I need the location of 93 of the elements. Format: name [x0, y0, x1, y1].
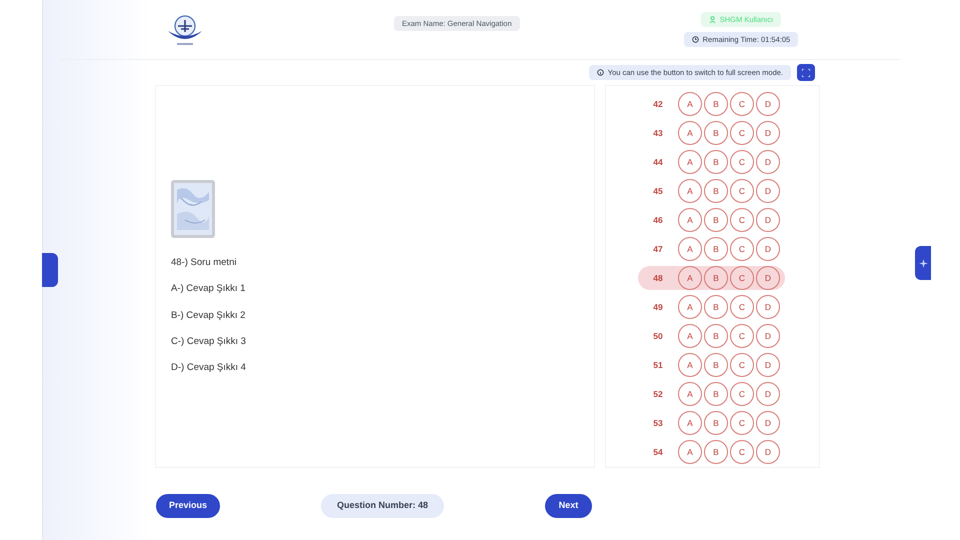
choice-bubble[interactable]: B — [704, 92, 728, 116]
question-number: 47 — [652, 242, 664, 256]
choice-bubble[interactable]: A — [678, 353, 702, 377]
previous-button[interactable]: Previous — [156, 494, 220, 518]
choice-bubble[interactable]: C — [730, 208, 754, 232]
choice-bubble[interactable]: D — [756, 324, 780, 348]
choice-bubble[interactable]: D — [756, 382, 780, 406]
choice-bubble[interactable]: B — [704, 237, 728, 261]
answer-row[interactable]: 47 A B C D — [638, 237, 785, 261]
choice-bubble[interactable]: D — [756, 121, 780, 145]
choice-bubble[interactable]: B — [704, 440, 728, 464]
question-number: 50 — [652, 330, 664, 342]
fullscreen-icon — [802, 68, 810, 76]
choice-bubble[interactable]: B — [704, 179, 728, 203]
question-number: 54 — [652, 446, 664, 458]
answer-row[interactable]: 52 A B C D — [638, 382, 785, 406]
choice-bubble[interactable]: D — [756, 440, 780, 464]
answer-row[interactable]: 51 A B C D — [638, 353, 785, 377]
choice-bubble[interactable]: B — [704, 266, 728, 290]
choice-bubble[interactable]: B — [704, 382, 728, 406]
side-tab[interactable] — [42, 253, 58, 287]
choice-bubble[interactable]: C — [730, 150, 754, 174]
choice-bubble[interactable]: B — [704, 121, 728, 145]
question-number: 45 — [652, 184, 664, 198]
choice-bubble[interactable]: C — [730, 353, 754, 377]
choice-bubble[interactable]: B — [704, 411, 728, 435]
answer-option[interactable]: C-) Cevap Şıkkı 3 — [171, 334, 594, 349]
side-tab[interactable] — [915, 246, 931, 280]
choice-bubble[interactable]: A — [678, 121, 702, 145]
answer-option[interactable]: A-) Cevap Şıkkı 1 — [171, 282, 594, 296]
question-number: 48 — [652, 272, 664, 284]
answer-row[interactable]: 45 A B C D — [638, 179, 785, 203]
choice-bubble[interactable]: C — [730, 440, 754, 464]
choice-bubble[interactable]: B — [704, 353, 728, 377]
choice-bubble[interactable]: C — [730, 266, 754, 290]
choice-bubble[interactable]: D — [756, 92, 780, 116]
choice-bubble[interactable]: A — [678, 208, 702, 232]
choice-bubble[interactable]: D — [756, 208, 780, 232]
choice-bubble[interactable]: C — [730, 179, 754, 203]
question-number: 49 — [652, 300, 664, 314]
choice-bubble[interactable]: C — [730, 92, 754, 116]
choice-bubble[interactable]: B — [704, 324, 728, 348]
question-number: 53 — [652, 416, 664, 430]
answer-row[interactable]: 50 A B C D — [638, 324, 785, 348]
choice-bubble[interactable]: D — [756, 179, 780, 203]
question-number: 42 — [652, 98, 664, 110]
choice-bubble[interactable]: D — [756, 411, 780, 435]
answer-row[interactable]: 53 A B C D — [638, 411, 785, 435]
choice-bubble[interactable]: B — [704, 295, 728, 319]
choice-bubble[interactable]: A — [678, 440, 702, 464]
choice-bubble[interactable]: C — [730, 121, 754, 145]
question-number: 43 — [652, 126, 664, 140]
choice-bubble[interactable]: A — [678, 92, 702, 116]
choice-bubble[interactable]: C — [730, 237, 754, 261]
answer-row[interactable]: 48 A B C D — [638, 266, 785, 290]
answer-row[interactable]: 44 A B C D — [638, 150, 785, 174]
choice-bubble[interactable]: A — [678, 324, 702, 348]
choice-bubble[interactable]: D — [756, 150, 780, 174]
choice-bubble[interactable]: B — [704, 150, 728, 174]
choice-bubble[interactable]: D — [756, 353, 780, 377]
answer-row[interactable]: 43 A B C D — [638, 121, 785, 145]
choice-bubble[interactable]: C — [730, 324, 754, 348]
next-button[interactable]: Next — [545, 494, 592, 518]
question-text: 48-) Soru metni — [171, 256, 238, 270]
answer-option[interactable]: B-) Cevap Şıkkı 2 — [171, 308, 594, 323]
answer-row[interactable]: 42 A B C D — [638, 92, 785, 116]
choice-bubble[interactable]: A — [678, 411, 702, 435]
question-number: 44 — [652, 156, 664, 168]
choice-bubble[interactable]: A — [678, 382, 702, 406]
choice-bubble[interactable]: A — [678, 179, 702, 203]
answer-row[interactable]: 54 A B C D — [638, 440, 785, 464]
answer-option[interactable]: D-) Cevap Şıkkı 4 — [171, 361, 594, 376]
choice-bubble[interactable]: D — [756, 266, 780, 290]
fullscreen-button[interactable] — [797, 64, 815, 81]
choice-bubble[interactable]: A — [678, 295, 702, 319]
choice-bubble[interactable]: B — [704, 208, 728, 232]
choice-bubble[interactable]: A — [678, 237, 702, 261]
question-number: 51 — [652, 358, 664, 372]
choice-bubble[interactable]: C — [730, 382, 754, 406]
choice-bubble[interactable]: C — [730, 295, 754, 319]
question-number: 52 — [652, 388, 664, 400]
clock-icon — [692, 36, 699, 44]
choice-bubble[interactable]: C — [730, 411, 754, 435]
answer-row[interactable]: 49 A B C D — [638, 295, 785, 319]
choice-bubble[interactable]: D — [756, 237, 780, 261]
choice-bubble[interactable]: A — [678, 266, 702, 290]
user-icon — [708, 16, 716, 23]
question-number-badge: Question Number: 48 — [321, 494, 444, 518]
choice-bubble[interactable]: A — [678, 150, 702, 174]
question-number: 46 — [652, 214, 664, 226]
info-icon — [596, 69, 604, 76]
answer-row[interactable]: 46 A B C D — [638, 208, 785, 232]
choice-bubble[interactable]: D — [756, 295, 780, 319]
